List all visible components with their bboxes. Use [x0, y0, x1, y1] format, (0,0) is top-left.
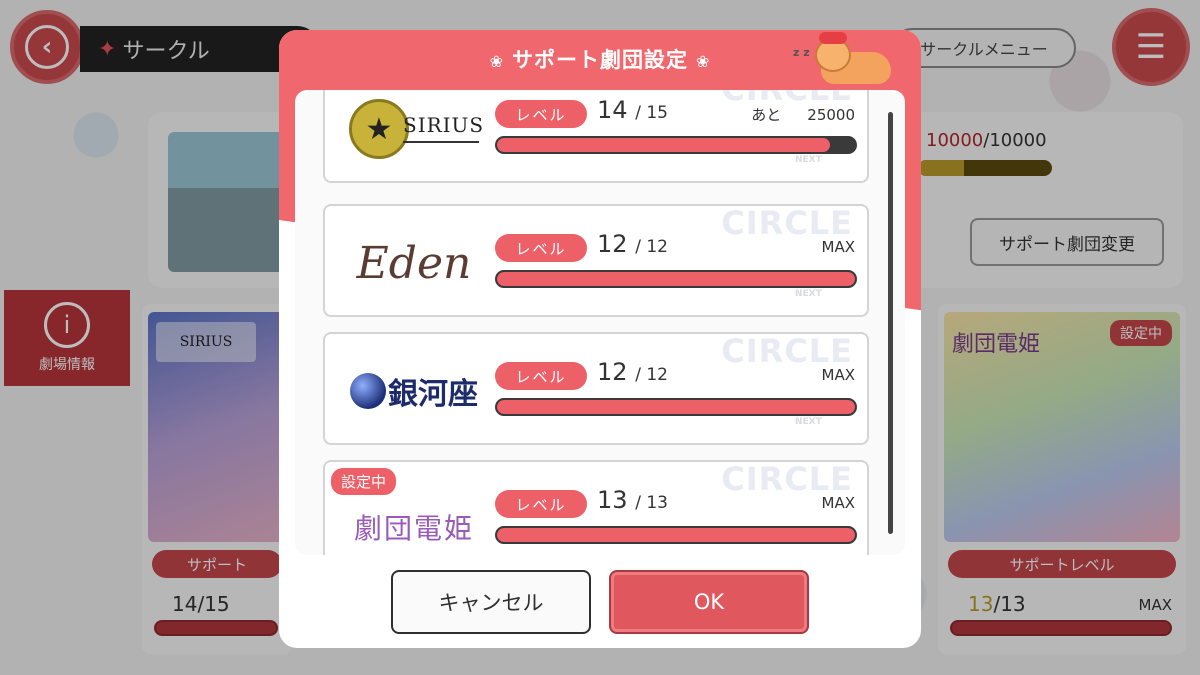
level-progress-fill — [497, 272, 855, 286]
level-value: 12 / 12 — [597, 358, 668, 386]
mascot-bow — [819, 32, 847, 44]
selected-badge: 設定中 — [331, 468, 397, 495]
eden-logo-text: Eden — [356, 237, 472, 289]
level-progress-bar — [495, 398, 857, 416]
level-badge: レベル — [495, 100, 587, 128]
cancel-button[interactable]: キャンセル — [391, 570, 591, 634]
troupe-logo-sirius: ★ SIRIUS — [339, 94, 489, 164]
troupe-row-denki[interactable]: CIRCLE 設定中 劇団電姫 レベル 13 / 13 MAX — [323, 460, 869, 555]
next-mark: NEXT — [795, 417, 822, 427]
level-max: / 15 — [635, 103, 668, 123]
level-max: / 12 — [635, 237, 668, 257]
level-value: 14 / 15 — [597, 96, 668, 124]
paw-icon: ❀ — [696, 52, 711, 71]
level-badge: レベル — [495, 362, 587, 390]
troupe-logo-denki: 劇団電姫 — [339, 492, 489, 555]
sleep-z-icon: z z — [793, 46, 810, 59]
troupe-logo-gingaza: 銀河座 — [339, 356, 489, 426]
circle-watermark: CIRCLE — [721, 332, 853, 370]
max-label: MAX — [821, 366, 855, 384]
max-label: MAX — [821, 494, 855, 512]
denki-logo-text: 劇団電姫 — [353, 512, 474, 545]
troupe-logo-eden: Eden — [339, 228, 489, 298]
level-current: 12 — [597, 230, 628, 258]
troupe-row-eden[interactable]: CIRCLE NEXT Eden レベル 12 / 12 MAX — [323, 204, 869, 317]
level-progress-fill — [497, 400, 855, 414]
next-mark: NEXT — [795, 289, 822, 299]
level-status: MAX — [822, 238, 855, 256]
level-max: / 13 — [635, 493, 668, 513]
troupe-list[interactable]: CIRCLE NEXT ★ SIRIUS レベル 14 / 15 あと 25000… — [295, 90, 905, 555]
next-mark: NEXT — [795, 155, 822, 165]
level-current: 14 — [597, 96, 628, 124]
exp-remaining-label: あと — [751, 106, 782, 124]
level-progress-bar — [495, 270, 857, 288]
level-current: 12 — [597, 358, 628, 386]
circle-watermark: CIRCLE — [721, 204, 853, 242]
paw-icon: ❀ — [489, 52, 504, 71]
max-label: MAX — [821, 238, 855, 256]
star-seal-icon: ★ — [349, 99, 409, 159]
level-value: 12 / 12 — [597, 230, 668, 258]
level-status: MAX — [822, 494, 855, 512]
troupe-row-sirius[interactable]: CIRCLE NEXT ★ SIRIUS レベル 14 / 15 あと25000 — [323, 90, 869, 183]
support-troupe-dialog: ❀ サポート劇団設定 ❀ z z CIRCLE NEXT ★ SIRIUS レベル … — [279, 30, 921, 648]
exp-remaining-value: 25000 — [807, 106, 855, 124]
level-progress-bar — [495, 136, 857, 154]
level-current: 13 — [597, 486, 628, 514]
scrollbar-thumb[interactable] — [888, 112, 893, 534]
dialog-title-text: サポート劇団設定 — [512, 48, 688, 72]
gingaza-logo-text: 銀河座 — [388, 377, 478, 412]
level-status: あと 25000 — [751, 104, 855, 125]
ok-button[interactable]: OK — [609, 570, 809, 634]
level-max: / 12 — [635, 365, 668, 385]
troupe-list-viewport: CIRCLE NEXT ★ SIRIUS レベル 14 / 15 あと 25000… — [295, 90, 905, 555]
level-status: MAX — [822, 366, 855, 384]
sirius-logo: ★ SIRIUS — [349, 99, 483, 159]
planet-icon — [350, 373, 386, 409]
sirius-logo-text: SIRIUS — [403, 113, 483, 143]
gingaza-logo: 銀河座 — [350, 369, 478, 413]
level-value: 13 / 13 — [597, 486, 668, 514]
circle-watermark: CIRCLE — [721, 460, 853, 498]
level-progress-fill — [497, 138, 830, 152]
level-progress-bar — [495, 526, 857, 544]
level-progress-fill — [497, 528, 855, 542]
sleeping-mascot-icon: z z — [793, 32, 897, 86]
troupe-row-gingaza[interactable]: CIRCLE NEXT 銀河座 レベル 12 / 12 MAX — [323, 332, 869, 445]
level-badge: レベル — [495, 234, 587, 262]
level-badge: レベル — [495, 490, 587, 518]
